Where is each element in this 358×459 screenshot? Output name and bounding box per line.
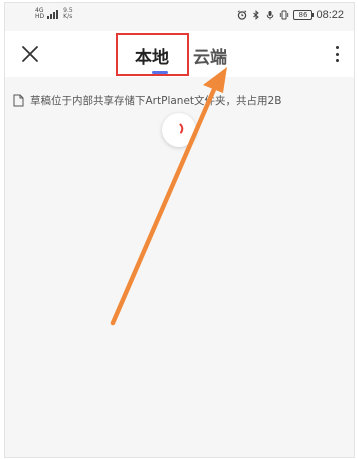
battery-icon: 86 (293, 10, 315, 20)
annotation-highlight-box (116, 33, 189, 76)
document-icon (13, 94, 24, 107)
top-bar: 本地 云端 (5, 31, 354, 77)
signal-icon (47, 10, 59, 19)
alarm-icon (238, 10, 247, 20)
status-bar-right: 86 08:22 (237, 9, 344, 21)
storage-notice-text: 草稿位于内部共享存储下ArtPlanet文件夹，共占用2B (30, 95, 282, 107)
vibrate-icon (280, 10, 289, 20)
close-icon[interactable] (19, 43, 41, 65)
network-speed-unit: K/s (63, 13, 73, 20)
loading-spinner-icon (179, 123, 184, 134)
storage-notice: 草稿位于内部共享存储下ArtPlanet文件夹，共占用2B (13, 93, 281, 108)
hd-label: HD (35, 13, 45, 20)
status-bar-left: 4G HD 9.5 K/s (35, 8, 73, 20)
microphone-icon (267, 11, 274, 20)
bluetooth-icon (253, 10, 260, 20)
status-bar: 4G HD 9.5 K/s 86 08:22 (5, 3, 354, 31)
network-badge: 4G HD (35, 8, 44, 20)
more-vertical-icon[interactable] (332, 43, 342, 65)
app-screen: 4G HD 9.5 K/s 86 08:22 本地 云端 草稿位于内部共享存储下… (4, 2, 355, 458)
clock: 08:22 (316, 9, 344, 21)
network-speed: 9.5 K/s (63, 8, 73, 20)
tab-cloud[interactable]: 云端 (193, 43, 227, 68)
loading-spinner (162, 113, 196, 147)
